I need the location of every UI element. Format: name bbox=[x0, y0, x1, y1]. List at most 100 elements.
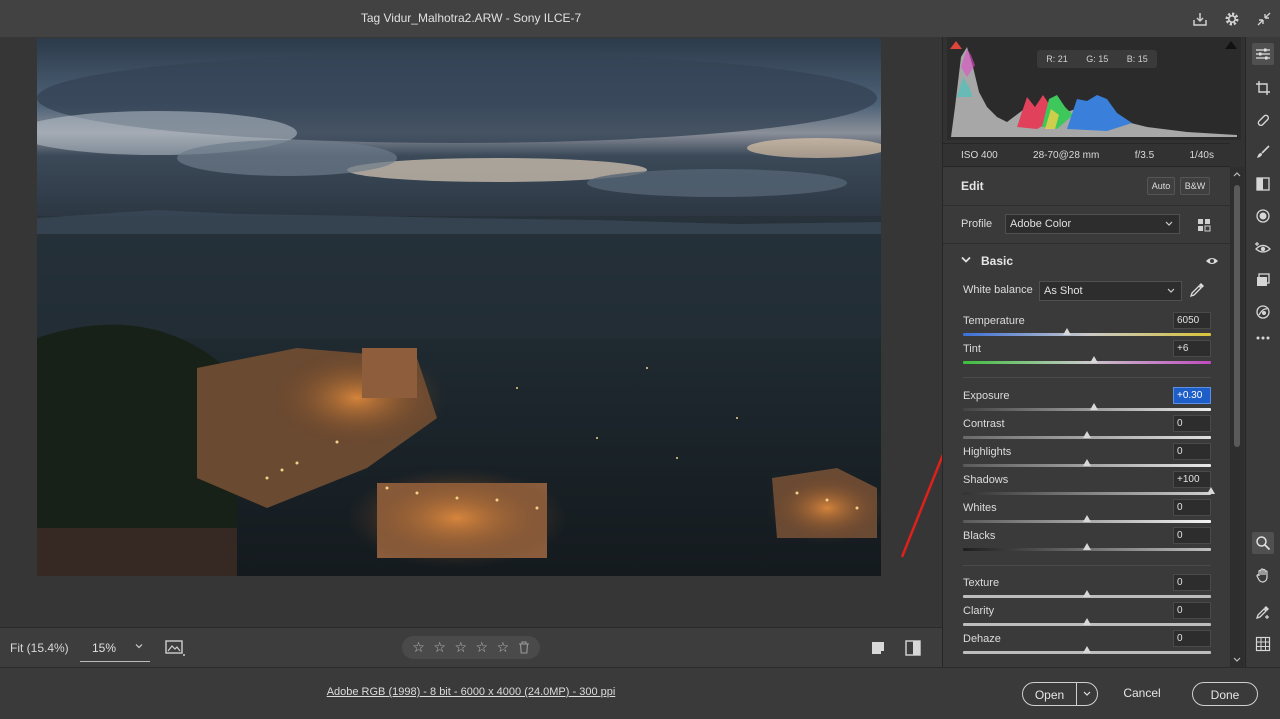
exposure-track[interactable] bbox=[963, 408, 1211, 411]
contrast-value[interactable]: 0 bbox=[1173, 415, 1211, 432]
profile-value: Adobe Color bbox=[1010, 218, 1072, 230]
blacks-thumb[interactable] bbox=[1083, 543, 1091, 550]
contrast-thumb[interactable] bbox=[1083, 431, 1091, 438]
edit-sliders-icon[interactable] bbox=[1252, 43, 1274, 65]
shadows-value[interactable]: +100 bbox=[1173, 471, 1211, 488]
dehaze-value[interactable]: 0 bbox=[1173, 630, 1211, 647]
shadow-clip-warning-icon[interactable] bbox=[950, 41, 962, 49]
grid-overlay-icon[interactable] bbox=[1252, 633, 1274, 655]
edit-section: Edit Auto B&W Profile Adobe Color Basic … bbox=[943, 167, 1230, 667]
exposure-value[interactable]: +0.30 bbox=[1173, 387, 1211, 404]
cancel-button[interactable]: Cancel bbox=[1112, 686, 1172, 700]
basic-section-header[interactable]: Basic bbox=[943, 243, 1230, 277]
zoom-icon[interactable] bbox=[1252, 532, 1274, 554]
tint-slider[interactable]: Tint +6 bbox=[963, 340, 1211, 371]
clarity-label: Clarity bbox=[963, 605, 995, 617]
dehaze-slider[interactable]: Dehaze 0 bbox=[963, 630, 1211, 661]
temperature-thumb[interactable] bbox=[1063, 328, 1072, 335]
hand-icon[interactable] bbox=[1252, 564, 1274, 586]
export-icon[interactable] bbox=[1184, 0, 1216, 37]
trash-icon[interactable] bbox=[518, 641, 530, 654]
whites-slider[interactable]: Whites 0 bbox=[963, 499, 1211, 530]
title-bar: Tag Vidur_Malhotra2.ARW - Sony ILCE-7 bbox=[0, 0, 1280, 37]
clarity-value[interactable]: 0 bbox=[1173, 602, 1211, 619]
zoom-fit-label[interactable]: Fit (15.4%) bbox=[10, 641, 69, 655]
shadows-track[interactable] bbox=[963, 492, 1211, 495]
star-icon[interactable]: ☆ bbox=[454, 639, 467, 656]
eyedropper-icon[interactable] bbox=[1189, 282, 1205, 298]
scrollbar-thumb[interactable] bbox=[1234, 185, 1240, 447]
clarity-thumb[interactable] bbox=[1083, 618, 1091, 625]
more-icon[interactable] bbox=[1252, 327, 1274, 349]
chevron-down-icon[interactable] bbox=[1233, 657, 1241, 663]
texture-value[interactable]: 0 bbox=[1173, 574, 1211, 591]
eye-icon[interactable] bbox=[1205, 256, 1219, 266]
star-icon[interactable]: ☆ bbox=[412, 639, 425, 656]
workflow-options-link[interactable]: Adobe RGB (1998) - 8 bit - 6000 x 4000 (… bbox=[0, 686, 942, 698]
edit-panel: R: 21 G: 15 B: 15 ISO 400 28-70@28 mm f/… bbox=[942, 37, 1245, 667]
before-after-toggle-icon[interactable] bbox=[870, 640, 886, 656]
healing-icon[interactable] bbox=[1252, 109, 1274, 131]
white-balance-value: As Shot bbox=[1044, 285, 1083, 297]
aperture-value: f/3.5 bbox=[1134, 149, 1155, 161]
whites-value[interactable]: 0 bbox=[1173, 499, 1211, 516]
presets-icon[interactable] bbox=[1252, 301, 1274, 323]
blacks-slider[interactable]: Blacks 0 bbox=[963, 527, 1211, 558]
whites-label: Whites bbox=[963, 502, 997, 514]
blue-value: B: 15 bbox=[1126, 54, 1148, 64]
star-icon[interactable]: ☆ bbox=[433, 639, 446, 656]
gradient-icon[interactable] bbox=[1252, 173, 1274, 195]
bw-button[interactable]: B&W bbox=[1180, 177, 1210, 195]
redeye-icon[interactable] bbox=[1252, 237, 1274, 259]
highlights-value[interactable]: 0 bbox=[1173, 443, 1211, 460]
gear-icon[interactable] bbox=[1216, 0, 1248, 37]
auto-button[interactable]: Auto bbox=[1147, 177, 1175, 195]
done-button[interactable]: Done bbox=[1192, 682, 1258, 706]
clarity-slider[interactable]: Clarity 0 bbox=[963, 602, 1211, 633]
profile-browser-icon[interactable] bbox=[1197, 218, 1211, 232]
shadows-thumb[interactable] bbox=[1207, 487, 1215, 494]
temperature-track[interactable] bbox=[963, 333, 1211, 336]
minimize-icon[interactable] bbox=[1248, 0, 1280, 37]
photo-preview bbox=[37, 38, 881, 576]
panel-scrollbar[interactable] bbox=[1230, 167, 1244, 667]
highlights-slider[interactable]: Highlights 0 bbox=[963, 443, 1211, 474]
star-icon[interactable]: ☆ bbox=[476, 639, 489, 656]
highlight-clip-warning-icon[interactable] bbox=[1225, 41, 1237, 49]
tint-value[interactable]: +6 bbox=[1173, 340, 1211, 357]
camera-info: ISO 400 28-70@28 mm f/3.5 1/40s bbox=[943, 143, 1230, 167]
before-after-split-icon[interactable] bbox=[904, 639, 922, 657]
texture-thumb[interactable] bbox=[1083, 590, 1091, 597]
histogram: R: 21 G: 15 B: 15 bbox=[947, 37, 1241, 140]
chevron-down-icon[interactable] bbox=[1077, 683, 1097, 705]
tint-track[interactable] bbox=[963, 361, 1211, 364]
temperature-slider[interactable]: Temperature 6050 bbox=[963, 312, 1211, 343]
highlights-thumb[interactable] bbox=[1083, 459, 1091, 466]
contrast-slider[interactable]: Contrast 0 bbox=[963, 415, 1211, 446]
open-button[interactable]: Open bbox=[1022, 682, 1098, 706]
texture-slider[interactable]: Texture 0 bbox=[963, 574, 1211, 605]
snapshots-icon[interactable] bbox=[1252, 269, 1274, 291]
tint-label: Tint bbox=[963, 343, 981, 355]
whites-thumb[interactable] bbox=[1083, 515, 1091, 522]
white-balance-select[interactable]: As Shot bbox=[1039, 281, 1182, 301]
blacks-value[interactable]: 0 bbox=[1173, 527, 1211, 544]
dehaze-thumb[interactable] bbox=[1083, 646, 1091, 653]
basic-title: Basic bbox=[981, 254, 1014, 268]
exposure-thumb[interactable] bbox=[1090, 403, 1099, 410]
tint-thumb[interactable] bbox=[1090, 356, 1099, 363]
star-icon[interactable]: ☆ bbox=[497, 639, 510, 656]
filmstrip-toggle-icon[interactable] bbox=[164, 638, 186, 658]
chevron-up-icon[interactable] bbox=[1233, 171, 1241, 177]
shadows-slider[interactable]: Shadows +100 bbox=[963, 471, 1215, 502]
profile-select[interactable]: Adobe Color bbox=[1005, 214, 1180, 234]
sampler-icon[interactable] bbox=[1252, 601, 1274, 623]
image-canvas[interactable] bbox=[0, 37, 942, 627]
star-rating: ☆ ☆ ☆ ☆ ☆ bbox=[402, 636, 540, 659]
brush-icon[interactable] bbox=[1252, 141, 1274, 163]
exposure-slider[interactable]: Exposure +0.30 bbox=[963, 387, 1211, 418]
crop-icon[interactable] bbox=[1252, 77, 1274, 99]
temperature-value[interactable]: 6050 bbox=[1173, 312, 1211, 329]
chevron-down-icon[interactable] bbox=[135, 642, 143, 650]
radial-icon[interactable] bbox=[1252, 205, 1274, 227]
